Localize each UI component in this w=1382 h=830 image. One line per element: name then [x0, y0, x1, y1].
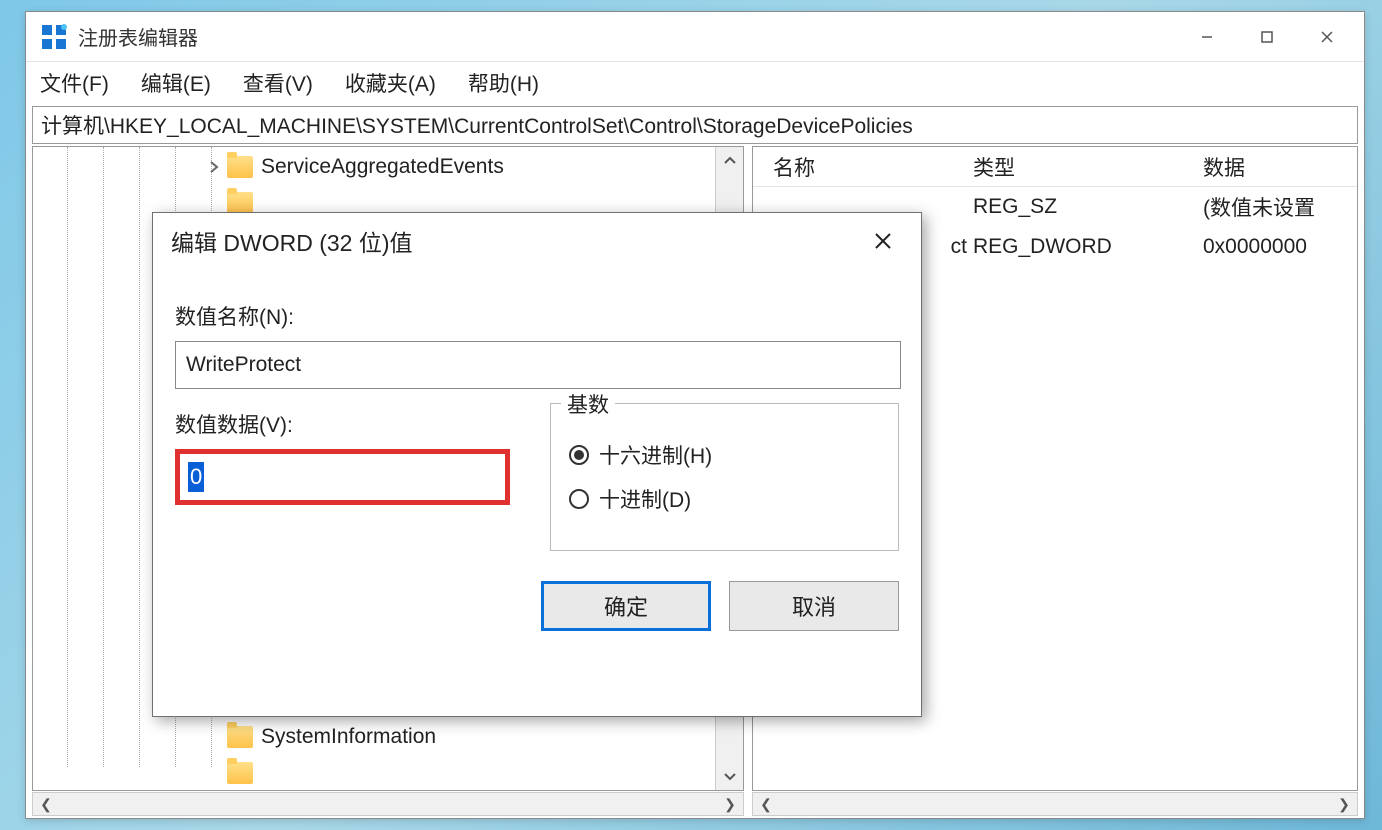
tree-guide: [67, 147, 68, 767]
folder-icon: [227, 762, 253, 784]
window-controls: [1178, 17, 1356, 57]
menu-edit[interactable]: 编辑(E): [141, 68, 211, 98]
folder-icon: [227, 726, 253, 748]
cancel-button-label: 取消: [792, 590, 836, 622]
cancel-button[interactable]: 取消: [729, 581, 899, 631]
radio-dec-label: 十进制(D): [599, 484, 691, 514]
tree-item[interactable]: [33, 755, 743, 791]
radio-decimal[interactable]: 十进制(D): [569, 484, 880, 514]
menu-favorites[interactable]: 收藏夹(A): [345, 68, 436, 98]
scroll-right-icon[interactable]: ❯: [1331, 796, 1357, 813]
column-header-name[interactable]: 名称: [753, 152, 973, 182]
value-data-label: 数值数据(V):: [175, 409, 510, 439]
address-bar[interactable]: 计算机\HKEY_LOCAL_MACHINE\SYSTEM\CurrentCon…: [32, 106, 1358, 144]
column-header-type[interactable]: 类型: [973, 152, 1193, 182]
scroll-right-icon[interactable]: ❯: [717, 796, 743, 813]
folder-icon: [227, 156, 253, 178]
menu-view[interactable]: 查看(V): [243, 68, 313, 98]
value-name-text: WriteProtect: [186, 353, 301, 377]
dialog-close-button[interactable]: [863, 221, 903, 261]
folder-icon: [227, 192, 253, 214]
minimize-button[interactable]: [1178, 17, 1236, 57]
tree-horizontal-scrollbar[interactable]: ❮ ❯: [32, 792, 744, 816]
radio-selected-icon: [569, 445, 589, 465]
window-title: 注册表编辑器: [78, 22, 1178, 51]
radio-hex-label: 十六进制(H): [599, 440, 712, 470]
scroll-down-icon[interactable]: [716, 762, 743, 790]
values-header: 名称 类型 数据: [753, 147, 1357, 187]
menu-help[interactable]: 帮助(H): [468, 68, 539, 98]
column-header-data[interactable]: 数据: [1193, 152, 1357, 182]
value-data-selection: 0: [188, 462, 204, 492]
horizontal-scrollbars: ❮ ❯ ❮ ❯: [32, 792, 1358, 816]
value-data: 0x0000000: [1193, 235, 1357, 259]
regedit-app-icon: [40, 23, 68, 51]
tree-guide: [103, 147, 104, 767]
titlebar: 注册表编辑器: [26, 12, 1364, 62]
values-horizontal-scrollbar[interactable]: ❮ ❯: [752, 792, 1358, 816]
tree-guide: [139, 147, 140, 767]
value-name-label: 数值名称(N):: [175, 301, 899, 331]
edit-dword-dialog: 编辑 DWORD (32 位)值 数值名称(N): WriteProtect 数…: [152, 212, 922, 717]
tree-item[interactable]: SystemInformation: [33, 719, 743, 755]
radio-hexadecimal[interactable]: 十六进制(H): [569, 440, 880, 470]
dialog-body: 数值名称(N): WriteProtect 数值数据(V): 0 基数 十六进制…: [153, 269, 921, 565]
tree-item[interactable]: ServiceAggregatedEvents: [33, 149, 743, 185]
radio-unselected-icon: [569, 489, 589, 509]
base-legend: 基数: [561, 389, 615, 419]
maximize-button[interactable]: [1238, 17, 1296, 57]
value-data-input[interactable]: 0: [175, 449, 510, 505]
value-type: REG_DWORD: [973, 235, 1193, 259]
scroll-left-icon[interactable]: ❮: [33, 796, 59, 813]
scroll-left-icon[interactable]: ❮: [753, 796, 779, 813]
dialog-buttons: 确定 取消: [153, 565, 921, 631]
address-text: 计算机\HKEY_LOCAL_MACHINE\SYSTEM\CurrentCon…: [41, 110, 913, 140]
ok-button-label: 确定: [604, 590, 648, 622]
menu-file[interactable]: 文件(F): [40, 68, 109, 98]
tree-item-label: ServiceAggregatedEvents: [261, 155, 504, 179]
value-data: (数值未设置: [1193, 192, 1357, 222]
dialog-title-text: 编辑 DWORD (32 位)值: [171, 224, 413, 258]
base-groupbox: 基数 十六进制(H) 十进制(D): [550, 403, 899, 551]
value-name-input[interactable]: WriteProtect: [175, 341, 901, 389]
tree-item-label: SystemInformation: [261, 725, 436, 749]
value-type: REG_SZ: [973, 195, 1193, 219]
close-button[interactable]: [1298, 17, 1356, 57]
scroll-up-icon[interactable]: [716, 147, 743, 175]
ok-button[interactable]: 确定: [541, 581, 711, 631]
chevron-right-icon[interactable]: [205, 158, 223, 176]
menubar: 文件(F) 编辑(E) 查看(V) 收藏夹(A) 帮助(H): [26, 62, 1364, 104]
dialog-titlebar: 编辑 DWORD (32 位)值: [153, 213, 921, 269]
